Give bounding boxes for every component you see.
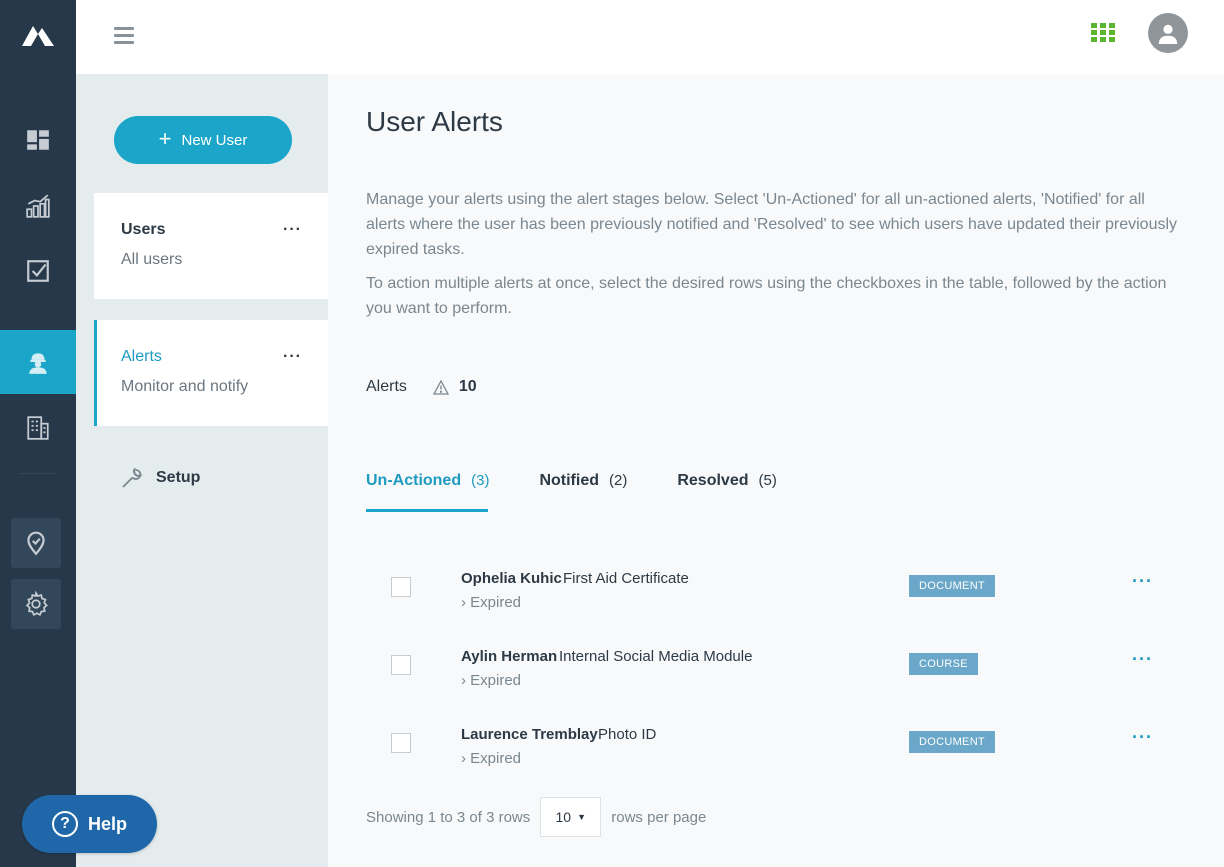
tab-label: Resolved — [677, 472, 749, 489]
tab-label: Notified — [539, 472, 599, 489]
type-badge: DOCUMENT — [909, 731, 995, 753]
main-content: User Alerts Manage your alerts using the… — [328, 74, 1224, 867]
row-checkbox[interactable] — [391, 577, 411, 597]
help-button[interactable]: ? Help — [22, 795, 157, 853]
row-checkbox[interactable] — [391, 655, 411, 675]
rows-per-page-value: 10 — [555, 809, 572, 825]
rows-showing-text: Showing 1 to 3 of 3 rows — [366, 808, 531, 826]
rail-item-settings[interactable] — [11, 579, 61, 629]
rows-per-page-select[interactable]: 10 ▼ — [540, 797, 602, 837]
checkbox-icon — [27, 260, 49, 282]
table-row[interactable]: Laurence Tremblay Photo ID › Expired DOC… — [366, 703, 1166, 781]
pagination: Showing 1 to 3 of 3 rows 10 ▼ rows per p… — [366, 797, 706, 837]
tab-notified[interactable]: Notified (2) — [539, 472, 677, 512]
description-paragraph: To action multiple alerts at once, selec… — [366, 275, 1167, 317]
setup-label: Setup — [156, 469, 201, 486]
location-pin-icon — [27, 531, 45, 556]
user-icon — [1158, 24, 1178, 44]
alert-item: Internal Social Media Module — [559, 648, 753, 665]
warning-icon — [432, 379, 449, 395]
tab-resolved[interactable]: Resolved (5) — [677, 472, 826, 512]
alert-status: › Expired — [461, 594, 522, 611]
new-user-button[interactable]: + New User — [114, 116, 292, 164]
rail-item-locations[interactable] — [11, 518, 61, 568]
type-badge: DOCUMENT — [909, 575, 995, 597]
tab-count: (3) — [471, 472, 490, 489]
sidebar-item-alerts[interactable]: Alerts Monitor and notify ··· — [94, 320, 328, 426]
page-title: User Alerts — [366, 106, 503, 137]
question-icon: ? — [51, 811, 78, 837]
sidebar-item-users[interactable]: Users All users ··· — [94, 193, 328, 299]
sidebar-item-subtitle: Monitor and notify — [121, 378, 249, 395]
more-options-icon[interactable]: ··· — [283, 221, 302, 239]
alert-item: First Aid Certificate — [563, 570, 689, 587]
table-row[interactable]: Aylin Herman Internal Social Media Modul… — [366, 625, 1166, 703]
dashboard-icon — [27, 130, 49, 150]
logo-icon[interactable] — [20, 22, 56, 48]
rail-item-dashboard[interactable] — [0, 108, 76, 172]
tab-count: (5) — [758, 472, 777, 489]
bar-chart-icon — [26, 194, 50, 218]
table-row[interactable]: Ophelia Kuhic First Aid Certificate › Ex… — [366, 547, 1166, 625]
rail-item-buildings[interactable] — [0, 396, 76, 460]
section-sidebar: + New User Users All users ··· Alerts Mo… — [76, 74, 328, 867]
icon-rail — [0, 0, 76, 867]
row-checkbox[interactable] — [391, 733, 411, 753]
worker-icon — [29, 353, 47, 374]
sidebar-item-subtitle: All users — [121, 251, 183, 268]
caret-down-icon: ▼ — [577, 812, 587, 822]
tab-label: Un-Actioned — [366, 472, 462, 489]
rail-item-reports[interactable] — [0, 174, 76, 238]
hamburger-icon[interactable] — [114, 27, 134, 45]
help-label: Help — [87, 813, 127, 834]
gear-icon — [25, 591, 48, 617]
rail-item-tasks[interactable] — [0, 239, 76, 303]
new-user-label: New User — [181, 131, 248, 149]
rail-divider — [20, 473, 56, 474]
row-more-icon[interactable]: ··· — [1132, 571, 1153, 592]
row-more-icon[interactable]: ··· — [1132, 727, 1153, 748]
top-bar — [76, 0, 1224, 74]
app: + New User Users All users ··· Alerts Mo… — [0, 0, 1224, 867]
plus-icon: + — [158, 125, 172, 151]
row-more-icon[interactable]: ··· — [1132, 649, 1153, 670]
type-badge: COURSE — [909, 653, 978, 675]
building-icon — [27, 416, 49, 440]
description-paragraph: Manage your alerts using the alert stage… — [366, 191, 1178, 258]
more-options-icon[interactable]: ··· — [283, 348, 302, 366]
user-name: Ophelia Kuhic — [461, 570, 562, 587]
user-name: Aylin Herman — [461, 648, 558, 665]
alerts-label: Alerts — [366, 378, 407, 395]
alert-stage-tabs: Un-Actioned (3) Notified (2) Resolved (5… — [366, 472, 827, 512]
avatar[interactable] — [1148, 13, 1188, 53]
tab-un-actioned[interactable]: Un-Actioned (3) — [366, 472, 539, 512]
alert-status: › Expired — [461, 672, 522, 689]
alerts-count: 10 — [458, 378, 477, 395]
rows-per-page-label: rows per page — [611, 808, 707, 826]
page-description: Manage your alerts using the alert stage… — [366, 187, 1186, 321]
rail-item-users[interactable] — [0, 330, 76, 394]
alerts-summary: Alerts 10 — [366, 378, 477, 396]
grid-icon[interactable] — [1091, 23, 1115, 43]
sidebar-item-setup[interactable]: Setup — [120, 466, 200, 490]
user-name: Laurence Tremblay — [461, 726, 598, 743]
alert-item: Photo ID — [598, 726, 657, 743]
wrench-icon — [122, 467, 143, 488]
alert-status: › Expired — [461, 750, 522, 767]
tab-count: (2) — [609, 472, 628, 489]
